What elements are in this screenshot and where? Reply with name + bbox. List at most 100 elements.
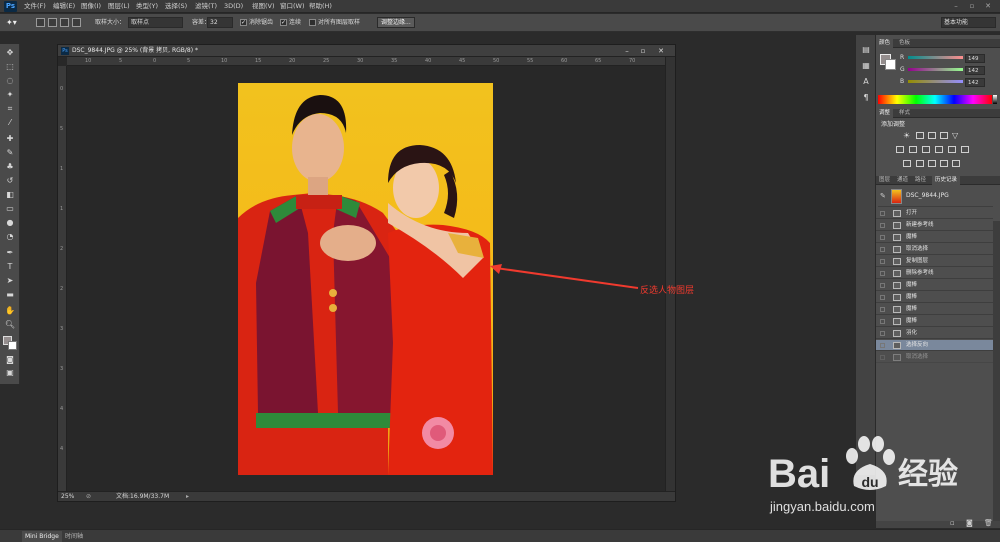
menu-view[interactable]: 视图(V): [252, 1, 275, 12]
history-item-checkbox[interactable]: [880, 355, 885, 360]
invert-icon[interactable]: [903, 160, 911, 167]
history-item[interactable]: 魔棒: [876, 304, 993, 315]
all-layers-checkbox[interactable]: [309, 19, 316, 26]
curves-adjust-icon[interactable]: [928, 132, 936, 139]
color-balance-icon[interactable]: [909, 146, 917, 153]
channel-mixer-icon[interactable]: [948, 146, 956, 153]
lasso-tool-icon[interactable]: ◌: [4, 76, 16, 86]
doc-close-icon[interactable]: ✕: [654, 46, 668, 56]
history-item-checkbox[interactable]: [880, 295, 885, 300]
canvas-photo[interactable]: [238, 83, 493, 475]
threshold-icon[interactable]: [928, 160, 936, 167]
history-item[interactable]: 魔棒: [876, 316, 993, 327]
history-item-checkbox[interactable]: [880, 247, 885, 252]
document-tab[interactable]: Ps DSC_9844.JPG @ 25% (背景 拷贝, RGB/8) * –…: [58, 45, 675, 57]
contiguous-checkbox[interactable]: ✓: [280, 19, 287, 26]
zoom-tool-icon[interactable]: 🔍︎: [4, 320, 16, 330]
tab-mini-bridge[interactable]: Mini Bridge: [22, 531, 62, 542]
history-item[interactable]: 选择反向: [876, 340, 993, 351]
paragraph-panel-icon[interactable]: ¶: [860, 93, 872, 103]
history-item[interactable]: 取消选择: [876, 244, 993, 255]
subtract-selection-icon[interactable]: [60, 18, 69, 27]
doc-minimize-icon[interactable]: –: [620, 46, 634, 56]
tolerance-input[interactable]: 32: [207, 17, 233, 28]
red-value-input[interactable]: 149: [965, 54, 985, 63]
tab-styles[interactable]: 样式: [896, 109, 913, 118]
rectangle-tool-icon[interactable]: ▬: [4, 290, 16, 300]
history-item[interactable]: 魔棒: [876, 232, 993, 243]
type-tool-icon[interactable]: T: [4, 262, 16, 272]
history-item[interactable]: 取消选择: [876, 352, 993, 363]
menu-type[interactable]: 类型(Y): [136, 1, 158, 12]
history-item[interactable]: 新建参考线: [876, 220, 993, 231]
workspace-select[interactable]: 基本功能: [941, 17, 996, 28]
vertical-scrollbar[interactable]: [665, 57, 675, 491]
status-export-icon[interactable]: ⊘: [86, 492, 91, 502]
history-snapshot[interactable]: ✎ DSC_9844.JPG: [878, 187, 993, 207]
eyedropper-tool-icon[interactable]: ⁄: [4, 118, 16, 128]
tab-paths[interactable]: 路径: [912, 176, 929, 185]
tab-history[interactable]: 历史记录: [932, 176, 961, 185]
menu-file[interactable]: 文件(F): [24, 1, 46, 12]
history-brush-icon[interactable]: ↺: [4, 176, 16, 186]
hand-tool-icon[interactable]: ✋: [4, 306, 16, 316]
eraser-tool-icon[interactable]: ◧: [4, 190, 16, 200]
menu-window[interactable]: 窗口(W): [280, 1, 305, 12]
color-spectrum-ramp[interactable]: [878, 95, 992, 104]
close-icon[interactable]: ✕: [982, 1, 994, 11]
selective-color-icon[interactable]: [952, 160, 960, 167]
history-panel-icon[interactable]: ▤: [860, 45, 872, 55]
doc-maximize-icon[interactable]: ▫: [636, 46, 650, 56]
trash-icon[interactable]: 🗑︎: [984, 519, 993, 527]
character-panel-icon[interactable]: A: [860, 77, 872, 87]
green-slider[interactable]: [908, 68, 963, 71]
clone-stamp-icon[interactable]: ♣: [4, 162, 16, 172]
history-item-checkbox[interactable]: [880, 283, 885, 288]
history-item-checkbox[interactable]: [880, 319, 885, 324]
history-item[interactable]: 魔棒: [876, 292, 993, 303]
history-item[interactable]: 魔棒: [876, 280, 993, 291]
path-selection-icon[interactable]: ➤: [4, 276, 16, 286]
history-item[interactable]: 删除参考线: [876, 268, 993, 279]
tab-layers[interactable]: 图层: [876, 176, 893, 185]
minimize-icon[interactable]: –: [950, 1, 962, 11]
zoom-level[interactable]: 25%: [61, 492, 74, 502]
color-lookup-icon[interactable]: [961, 146, 969, 153]
exposure-adjust-icon[interactable]: [940, 132, 948, 139]
menu-edit[interactable]: 编辑(E): [53, 1, 75, 12]
history-item-checkbox[interactable]: [880, 211, 885, 216]
menu-3d[interactable]: 3D(D): [224, 1, 243, 12]
marquee-tool-icon[interactable]: ⬚: [4, 62, 16, 72]
history-item[interactable]: 复制图层: [876, 256, 993, 267]
background-color-swatch[interactable]: [8, 341, 17, 350]
history-item-checkbox[interactable]: [880, 235, 885, 240]
menu-help[interactable]: 帮助(H): [309, 1, 332, 12]
status-menu-arrow-icon[interactable]: ▸: [186, 492, 189, 502]
intersect-selection-icon[interactable]: [72, 18, 81, 27]
tab-swatches[interactable]: 色板: [896, 39, 913, 48]
hue-saturation-icon[interactable]: [896, 146, 904, 153]
magic-wand-icon[interactable]: ✦: [4, 90, 16, 100]
blue-value-input[interactable]: 142: [965, 78, 985, 87]
gradient-tool-icon[interactable]: ▭: [4, 204, 16, 214]
dodge-tool-icon[interactable]: ◔: [4, 232, 16, 242]
tab-adjustments[interactable]: 调整: [876, 109, 894, 118]
black-white-icon[interactable]: [922, 146, 930, 153]
history-item-checkbox[interactable]: [880, 307, 885, 312]
levels-adjust-icon[interactable]: [916, 132, 924, 139]
green-value-input[interactable]: 142: [965, 66, 985, 75]
grayscale-ramp[interactable]: [993, 95, 997, 104]
menu-select[interactable]: 选择(S): [165, 1, 187, 12]
gradient-map-icon[interactable]: [940, 160, 948, 167]
posterize-icon[interactable]: [916, 160, 924, 167]
new-document-icon[interactable]: ▫: [950, 519, 958, 527]
history-item-checkbox[interactable]: [880, 271, 885, 276]
blue-slider[interactable]: [908, 80, 963, 83]
menu-layer[interactable]: 图层(L): [108, 1, 130, 12]
antialias-checkbox[interactable]: ✓: [240, 19, 247, 26]
pen-tool-icon[interactable]: ✒: [4, 248, 16, 258]
history-item-checkbox[interactable]: [880, 259, 885, 264]
add-selection-icon[interactable]: [48, 18, 57, 27]
history-item-checkbox[interactable]: [880, 343, 885, 348]
menu-filter[interactable]: 滤镜(T): [195, 1, 217, 12]
